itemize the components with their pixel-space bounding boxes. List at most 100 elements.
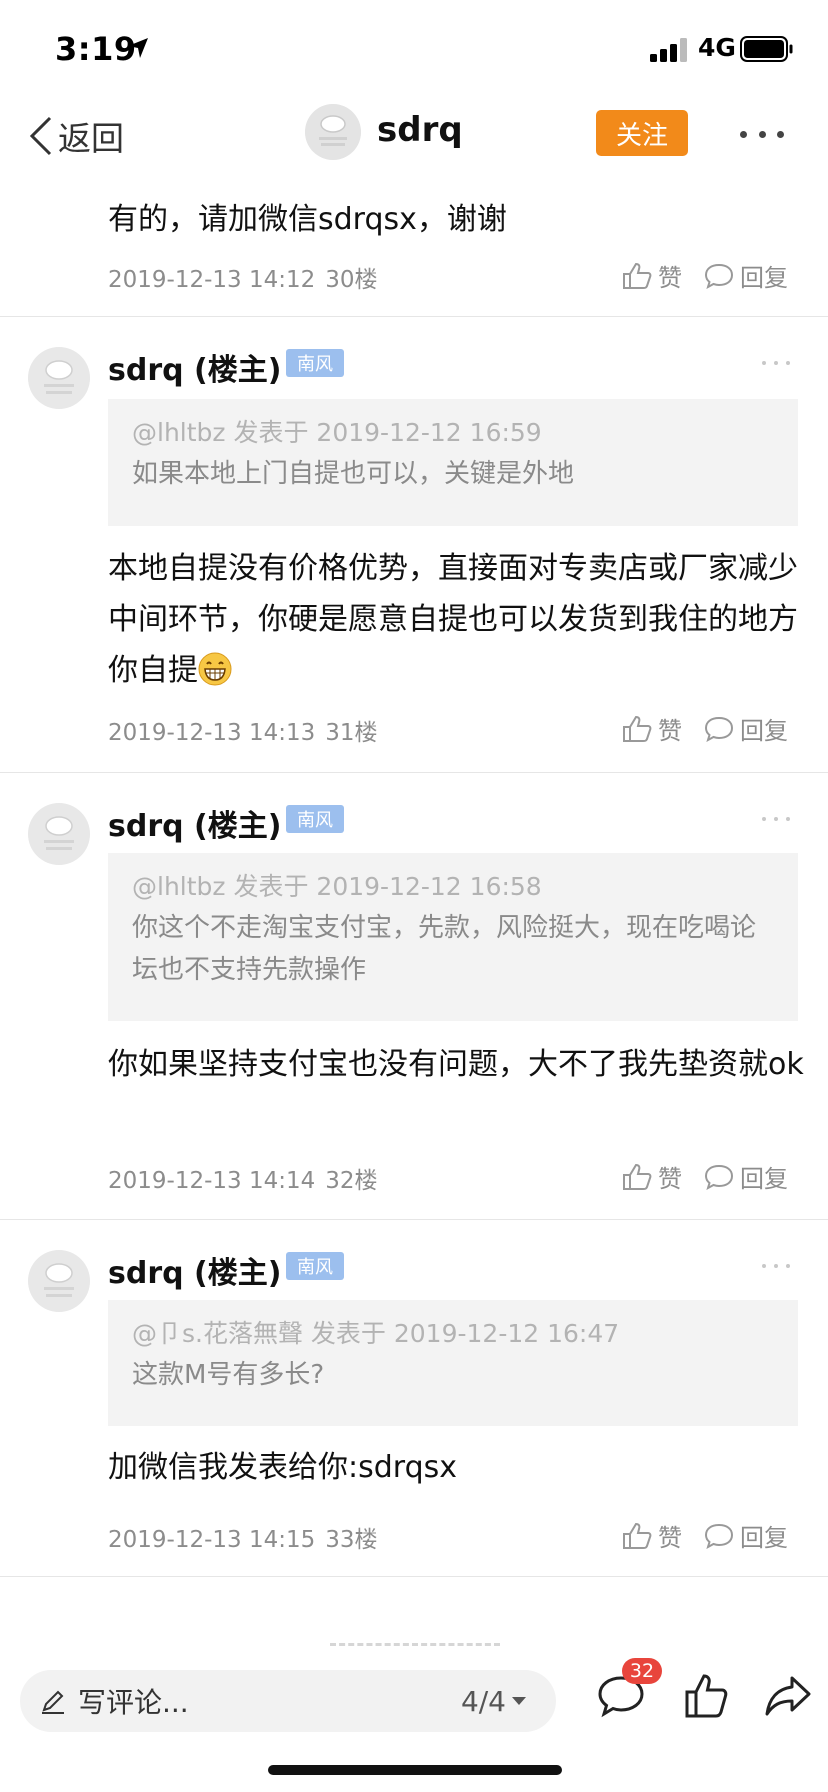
post-more-icon[interactable] <box>762 1260 790 1272</box>
comment-count-badge: 32 <box>622 1658 662 1684</box>
avatar[interactable] <box>28 1250 90 1312</box>
post-actions: 赞 回复 <box>622 1159 788 1194</box>
speech-bubble-icon <box>704 716 734 742</box>
quote-header: @lhltbz 发表于 2019-12-12 16:58 <box>132 872 542 901</box>
reply-button[interactable]: 回复 <box>704 711 788 746</box>
post-content: 本地自提没有价格优势，直接面对专卖店或厂家减少中间环节，你硬是愿意自提也可以发货… <box>108 543 808 696</box>
author-name[interactable]: sdrq (楼主) <box>108 1248 281 1292</box>
comment-placeholder: 写评论... <box>78 1686 189 1719</box>
post-floor-31: sdrq (楼主) 南风 @lhltbz 发表于 2019-12-12 16:5… <box>0 317 828 773</box>
post-more-icon[interactable] <box>762 357 790 369</box>
like-label: 赞 <box>658 717 682 745</box>
post-meta: 2019-12-13 14:14 32楼 <box>108 1161 378 1195</box>
post-floor-32: sdrq (楼主) 南风 @lhltbz 发表于 2019-12-12 16:5… <box>0 773 828 1220</box>
home-indicator <box>268 1765 562 1775</box>
avatar-image <box>28 347 90 409</box>
reply-button[interactable]: 回复 <box>704 1518 788 1553</box>
signal-icon <box>650 38 687 62</box>
thumbs-up-icon <box>623 1163 652 1190</box>
location-arrow-icon <box>128 38 148 58</box>
post-content: 有的，请加微信sdrqsx，谢谢 <box>108 202 507 237</box>
speech-bubble-icon <box>704 1523 734 1549</box>
avatar-image <box>305 104 361 160</box>
reply-label: 回复 <box>740 1524 788 1552</box>
quote-header: @卩s.花落無聲 发表于 2019-12-12 16:47 <box>132 1319 620 1348</box>
post-actions: 赞 回复 <box>622 258 788 293</box>
speech-bubble-icon <box>704 1164 734 1190</box>
post-floor-33: sdrq (楼主) 南风 @卩s.花落無聲 发表于 2019-12-12 16:… <box>0 1220 828 1576</box>
page-selector[interactable]: 4/4 <box>461 1685 526 1718</box>
share-button[interactable] <box>764 1674 812 1718</box>
like-button[interactable]: 赞 <box>622 258 682 293</box>
quote-text: 这款M号有多长? <box>132 1360 325 1390</box>
post-meta: 2019-12-13 14:13 31楼 <box>108 713 378 747</box>
back-label: 返回 <box>58 119 124 158</box>
author-name[interactable]: sdrq (楼主) <box>108 801 281 845</box>
reply-label: 回复 <box>740 1165 788 1193</box>
post-content: 你如果坚持支付宝也没有问题，大不了我先垫资就ok <box>108 1047 804 1082</box>
nav-bar: 返回 sdrq 关注 <box>0 92 828 182</box>
post-content: 加微信我发表给你:sdrqsx <box>108 1450 458 1485</box>
post-floor: 32楼 <box>325 1168 378 1194</box>
post-floor-30: 有的，请加微信sdrqsx，谢谢 2019-12-13 14:12 30楼 赞 回… <box>0 182 828 317</box>
like-button[interactable]: 赞 <box>622 1159 682 1194</box>
post-timestamp: 2019-12-13 14:12 <box>108 267 316 293</box>
like-post-button[interactable] <box>684 1672 728 1720</box>
back-chevron-icon <box>29 116 52 156</box>
like-button[interactable]: 赞 <box>622 711 682 746</box>
reply-button[interactable]: 回复 <box>704 258 788 293</box>
back-button[interactable]: 返回 <box>28 108 124 164</box>
more-icon[interactable] <box>740 120 784 148</box>
level-badge: 南风 <box>286 349 344 377</box>
reply-button[interactable]: 回复 <box>704 1159 788 1194</box>
avatar-image <box>28 1250 90 1312</box>
post-timestamp: 2019-12-13 14:13 <box>108 720 316 746</box>
level-badge: 南风 <box>286 805 344 833</box>
quote-block: @lhltbz 发表于 2019-12-12 16:58 你这个不走淘宝支付宝，… <box>108 853 798 1021</box>
bottom-bar: 写评论... 4/4 32 <box>0 1640 828 1792</box>
post-floor: 31楼 <box>325 720 378 746</box>
post-more-icon[interactable] <box>762 813 790 825</box>
network-label: 4G <box>698 33 736 62</box>
author-avatar[interactable] <box>305 104 361 160</box>
page-indicator-label: 4/4 <box>460 1684 506 1718</box>
quote-text: 如果本地上门自提也可以，关键是外地 <box>132 459 575 489</box>
quote-block: @lhltbz 发表于 2019-12-12 16:59 如果本地上门自提也可以… <box>108 399 798 526</box>
quote-text: 你这个不走淘宝支付宝，先款，风险挺大，现在吃喝论坛也不支持先款操作 <box>132 913 757 985</box>
reply-label: 回复 <box>740 717 788 745</box>
author-name[interactable]: sdrq (楼主) <box>108 345 281 389</box>
quote-header: @lhltbz 发表于 2019-12-12 16:59 <box>132 418 542 447</box>
like-label: 赞 <box>658 1165 682 1193</box>
status-time: 3:19 <box>55 30 137 68</box>
battery-icon <box>740 36 793 62</box>
like-button[interactable]: 赞 <box>622 1518 682 1553</box>
post-floor: 30楼 <box>325 267 378 293</box>
speech-bubble-icon <box>704 263 734 289</box>
quote-block: @卩s.花落無聲 发表于 2019-12-12 16:47 这款M号有多长? <box>108 1300 798 1426</box>
thumbs-up-icon <box>623 262 652 289</box>
avatar[interactable] <box>28 347 90 409</box>
like-label: 赞 <box>658 1524 682 1552</box>
post-meta: 2019-12-13 14:12 30楼 <box>108 260 378 294</box>
comment-input[interactable]: 写评论... 4/4 <box>20 1670 556 1732</box>
nav-title: sdrq <box>377 110 463 150</box>
thumbs-up-icon <box>623 1522 652 1549</box>
faded-footer-text <box>330 1640 500 1650</box>
grin-emoji-icon <box>198 652 232 686</box>
level-badge: 南风 <box>286 1252 344 1280</box>
post-actions: 赞 回复 <box>622 711 788 746</box>
follow-button[interactable]: 关注 <box>596 110 688 156</box>
post-meta: 2019-12-13 14:15 33楼 <box>108 1520 378 1554</box>
like-label: 赞 <box>658 264 682 292</box>
avatar-image <box>28 803 90 865</box>
thumbs-up-icon <box>623 715 652 742</box>
status-bar: 3:19 4G <box>0 0 828 92</box>
divider <box>0 1576 828 1577</box>
post-actions: 赞 回复 <box>622 1518 788 1553</box>
avatar[interactable] <box>28 803 90 865</box>
post-floor: 33楼 <box>325 1527 378 1553</box>
caret-down-icon <box>512 1697 526 1705</box>
post-timestamp: 2019-12-13 14:14 <box>108 1168 316 1194</box>
reply-label: 回复 <box>740 264 788 292</box>
pencil-icon <box>42 1690 64 1714</box>
